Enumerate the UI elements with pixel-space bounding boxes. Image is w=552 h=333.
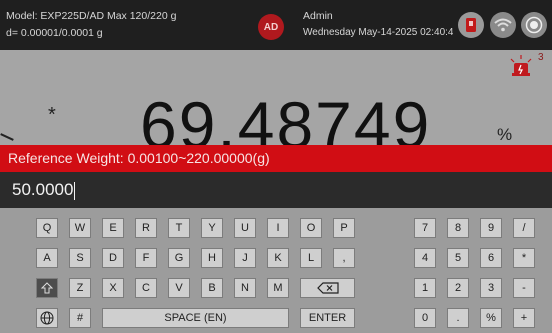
key-z[interactable]: Z <box>69 278 91 298</box>
key-r[interactable]: R <box>135 218 157 238</box>
key-e[interactable]: E <box>102 218 124 238</box>
key-m[interactable]: M <box>267 278 289 298</box>
backspace-icon <box>316 282 339 294</box>
key-c[interactable]: C <box>135 278 157 298</box>
alarm-icon[interactable] <box>508 54 534 81</box>
key-7[interactable]: 7 <box>414 218 436 238</box>
alarm-count: 3 <box>538 52 544 63</box>
weight-value: 69.48749 <box>140 88 432 145</box>
key-j[interactable]: J <box>234 248 256 268</box>
target-icon[interactable] <box>521 12 547 38</box>
backspace-key[interactable] <box>300 278 355 298</box>
reference-weight-label: Reference Weight: 0.00100~220.00000(g) <box>0 145 552 172</box>
key-v[interactable]: V <box>168 278 190 298</box>
key-i[interactable]: I <box>267 218 289 238</box>
key-w[interactable]: W <box>69 218 91 238</box>
shift-icon <box>41 282 53 294</box>
key-u[interactable]: U <box>234 218 256 238</box>
input-value: 50.0000 <box>12 180 74 199</box>
key-comma[interactable]: , <box>333 248 355 268</box>
wifi-icon[interactable] <box>490 12 516 38</box>
key-multiply[interactable]: * <box>513 248 535 268</box>
text-cursor <box>74 181 76 200</box>
key-n[interactable]: N <box>234 278 256 298</box>
key-l[interactable]: L <box>300 248 322 268</box>
top-bar: Model: EXP225D/AD Max 120/220 g d= 0.000… <box>0 0 552 50</box>
key-plus[interactable]: + <box>513 308 535 328</box>
key-h[interactable]: H <box>201 248 223 268</box>
stability-marker: * <box>48 104 56 126</box>
user-name: Admin <box>303 10 333 22</box>
key-o[interactable]: O <box>300 218 322 238</box>
space-key[interactable]: SPACE (EN) <box>102 308 289 328</box>
globe-icon <box>40 311 54 325</box>
enter-key[interactable]: ENTER <box>300 308 355 328</box>
datetime: Wednesday May-14-2025 02:40:43 PM <box>303 27 453 38</box>
key-percent[interactable]: % <box>480 308 502 328</box>
key-g[interactable]: G <box>168 248 190 268</box>
key-divide[interactable]: / <box>513 218 535 238</box>
key-k[interactable]: K <box>267 248 289 268</box>
key-0[interactable]: 0 <box>414 308 436 328</box>
usb-icon[interactable] <box>458 12 484 38</box>
key-a[interactable]: A <box>36 248 58 268</box>
key-f[interactable]: F <box>135 248 157 268</box>
key-2[interactable]: 2 <box>447 278 469 298</box>
weighing-display: 3 * 69.48749 % <box>0 50 552 145</box>
key-8[interactable]: 8 <box>447 218 469 238</box>
key-9[interactable]: 9 <box>480 218 502 238</box>
key-4[interactable]: 4 <box>414 248 436 268</box>
language-key[interactable] <box>36 308 58 328</box>
key-6[interactable]: 6 <box>480 248 502 268</box>
reference-weight-input[interactable]: 50.0000 <box>0 172 552 208</box>
avatar[interactable]: AD <box>258 14 284 40</box>
key-b[interactable]: B <box>201 278 223 298</box>
key-minus[interactable]: - <box>513 278 535 298</box>
model-info: Model: EXP225D/AD Max 120/220 g <box>6 10 177 22</box>
key-d[interactable]: D <box>102 248 124 268</box>
key-1[interactable]: 1 <box>414 278 436 298</box>
key-t[interactable]: T <box>168 218 190 238</box>
key-hash[interactable]: # <box>69 308 91 328</box>
key-5[interactable]: 5 <box>447 248 469 268</box>
key-y[interactable]: Y <box>201 218 223 238</box>
key-3[interactable]: 3 <box>480 278 502 298</box>
key-p[interactable]: P <box>333 218 355 238</box>
shift-key[interactable] <box>36 278 58 298</box>
key-s[interactable]: S <box>69 248 91 268</box>
stability-mark <box>0 133 14 141</box>
key-decimal[interactable]: . <box>447 308 469 328</box>
key-x[interactable]: X <box>102 278 124 298</box>
readability-info: d= 0.00001/0.0001 g <box>6 27 103 39</box>
key-q[interactable]: Q <box>36 218 58 238</box>
on-screen-keyboard: Q W E R T Y U I O P A S D F G H J K L, Z X C V B N M # SPACE (EN) EN… <box>0 208 552 333</box>
weight-unit: % <box>497 125 513 144</box>
